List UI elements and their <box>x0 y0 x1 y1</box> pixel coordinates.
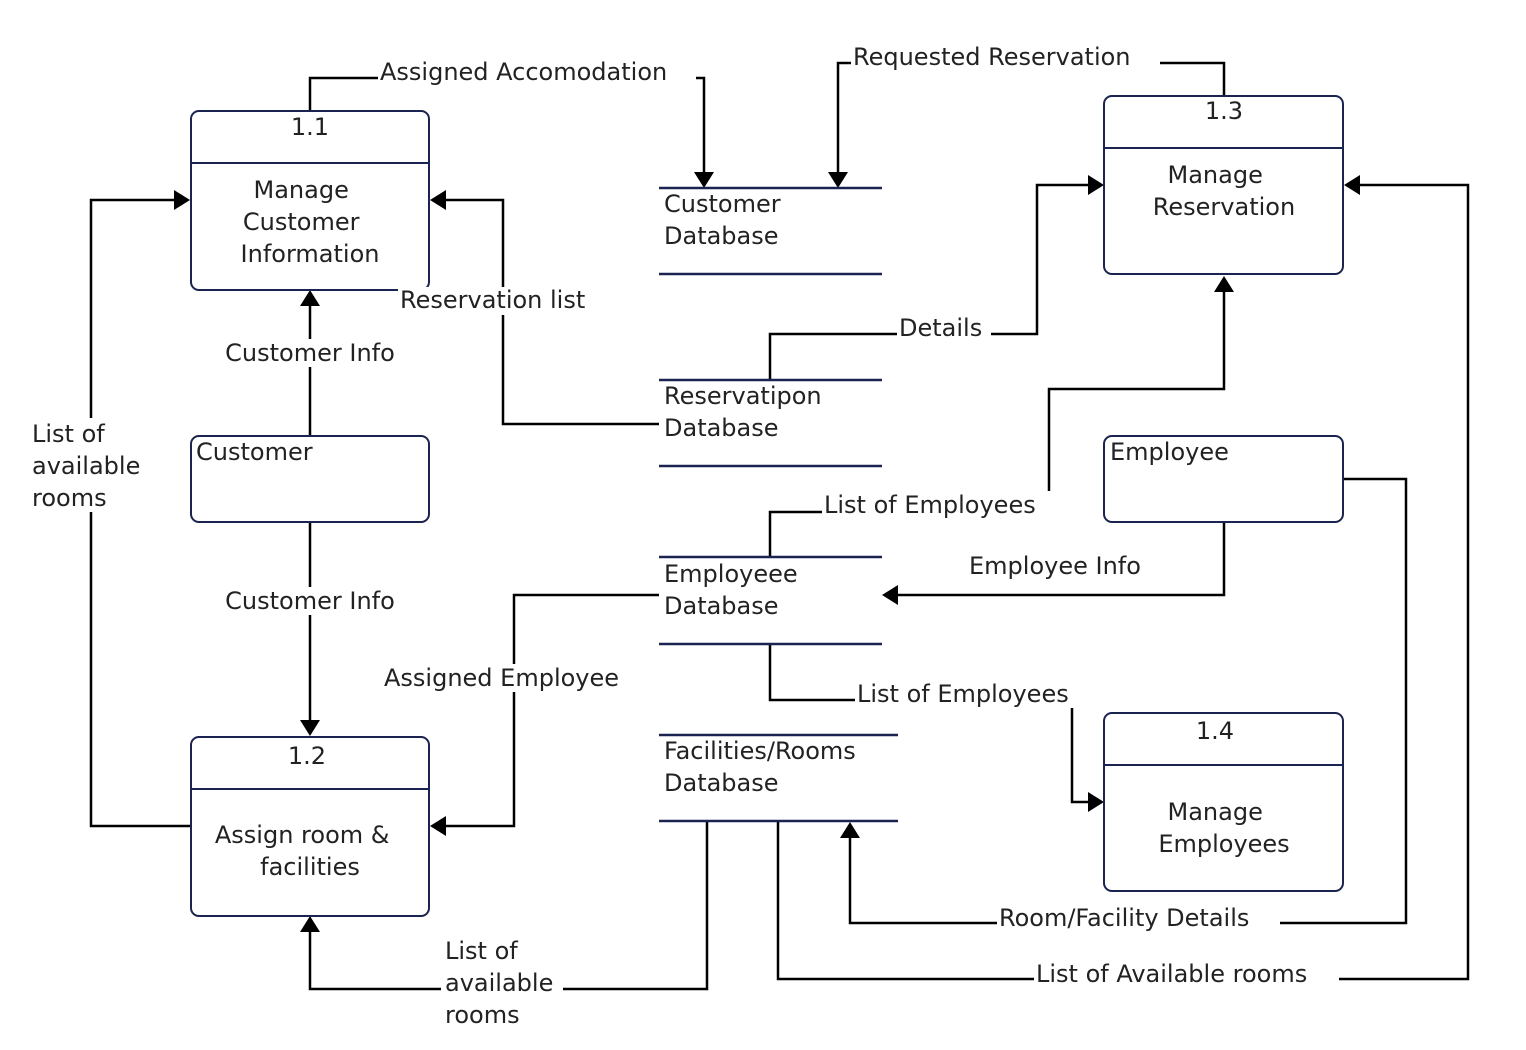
flow-label-line: rooms <box>445 1001 520 1029</box>
store-label-line: Customer <box>664 190 781 218</box>
arrowhead-right-icon <box>1088 792 1104 812</box>
store-label-line: Employeee <box>664 560 798 588</box>
flow-label-line: rooms <box>32 484 107 512</box>
process-title-line: Manage <box>254 176 349 204</box>
process-number: 1.4 <box>1196 717 1234 745</box>
entity-label: Employee <box>1110 438 1229 466</box>
flow-label-room-facility-details: Room/Facility Details <box>999 904 1249 932</box>
process-number: 1.2 <box>288 742 326 770</box>
arrowhead-up-icon <box>300 916 320 932</box>
arrowhead-down-icon <box>828 172 848 188</box>
store-facilities-rooms-database[interactable]: Facilities/Rooms Database <box>659 733 898 823</box>
flow-label-line: available <box>445 969 553 997</box>
store-label-line: Database <box>664 222 779 250</box>
process-1-4[interactable]: 1.4 Manage Employees <box>1103 712 1344 892</box>
arrowhead-down-icon <box>300 720 320 736</box>
process-title-line: Customer <box>243 208 360 236</box>
arrowhead-up-icon <box>300 290 320 306</box>
store-customer-database[interactable]: Customer Database <box>659 186 882 276</box>
store-label: Customer Database <box>664 190 788 250</box>
entity-label: Customer <box>196 438 313 466</box>
arrowhead-right-icon <box>1088 175 1104 195</box>
flow-label-list-of-employees-up: List of Employees <box>824 491 1036 519</box>
store-label-line: Database <box>664 414 779 442</box>
store-label: Employeee Database <box>664 560 805 620</box>
process-title-line: Manage <box>1168 161 1263 189</box>
flow-label-assigned-employee: Assigned Employee <box>384 664 619 692</box>
flow-label-line: List of <box>32 420 105 448</box>
arrowhead-down-icon <box>694 172 714 188</box>
process-1-1[interactable]: 1.1 Manage Customer Information <box>190 110 430 291</box>
flow-label-details: Details <box>899 314 982 342</box>
arrowhead-left-icon <box>430 816 446 836</box>
flow-label-line: available <box>32 452 140 480</box>
flow-label-customer-info-down: Customer Info <box>225 587 395 615</box>
process-title-line: facilities <box>260 853 360 881</box>
data-flow-diagram: 1.1 Manage Customer Information 1.2 Assi… <box>28 43 1470 1030</box>
arrowhead-up-icon <box>840 822 860 838</box>
flow-label-employee-info: Employee Info <box>969 552 1141 580</box>
store-label-line: Database <box>664 769 779 797</box>
flow-available-rooms-left-line[interactable] <box>89 198 191 828</box>
store-label: Reservatipon Database <box>664 382 829 442</box>
process-title-line: Information <box>241 240 380 268</box>
store-label-line: Facilities/Rooms <box>664 737 856 765</box>
entity-customer[interactable]: Customer <box>190 435 430 523</box>
process-title-line: Employees <box>1158 830 1289 858</box>
process-title-line: Reservation <box>1153 193 1295 221</box>
arrowhead-right-icon <box>174 190 190 210</box>
flow-label-customer-info-up: Customer Info <box>225 339 395 367</box>
process-number: 1.1 <box>291 113 329 141</box>
flow-label-requested-reservation: Requested Reservation <box>853 43 1131 71</box>
arrowhead-left-icon <box>1344 175 1360 195</box>
arrowhead-left-icon <box>882 585 898 605</box>
process-number: 1.3 <box>1205 97 1243 125</box>
store-label-line: Reservatipon <box>664 382 822 410</box>
arrowhead-left-icon <box>430 190 446 210</box>
store-reservation-database[interactable]: Reservatipon Database <box>659 378 882 468</box>
flow-label-available-rooms-right: List of Available rooms <box>1036 960 1307 988</box>
flow-assigned-employee-line[interactable] <box>446 593 659 828</box>
flow-label-reservation-list: Reservation list <box>400 286 585 314</box>
store-label-line: Database <box>664 592 779 620</box>
store-employee-database[interactable]: Employeee Database <box>659 555 882 646</box>
arrowhead-up-icon <box>1214 276 1234 292</box>
flow-label-line: List of <box>445 937 518 965</box>
process-1-2[interactable]: 1.2 Assign room & facilities <box>190 736 430 917</box>
flow-list-of-employees-down-line[interactable] <box>768 644 1088 804</box>
flow-label-assigned-accomodation: Assigned Accomodation <box>380 58 667 86</box>
process-1-3[interactable]: 1.3 Manage Reservation <box>1103 95 1344 275</box>
flow-label-list-of-employees-down: List of Employees <box>857 680 1069 708</box>
process-title-line: Assign room & <box>215 821 390 849</box>
store-label: Facilities/Rooms Database <box>664 737 863 797</box>
process-title-line: Manage <box>1168 798 1263 826</box>
entity-employee[interactable]: Employee <box>1103 435 1344 523</box>
flow-details-line[interactable] <box>768 183 1088 380</box>
